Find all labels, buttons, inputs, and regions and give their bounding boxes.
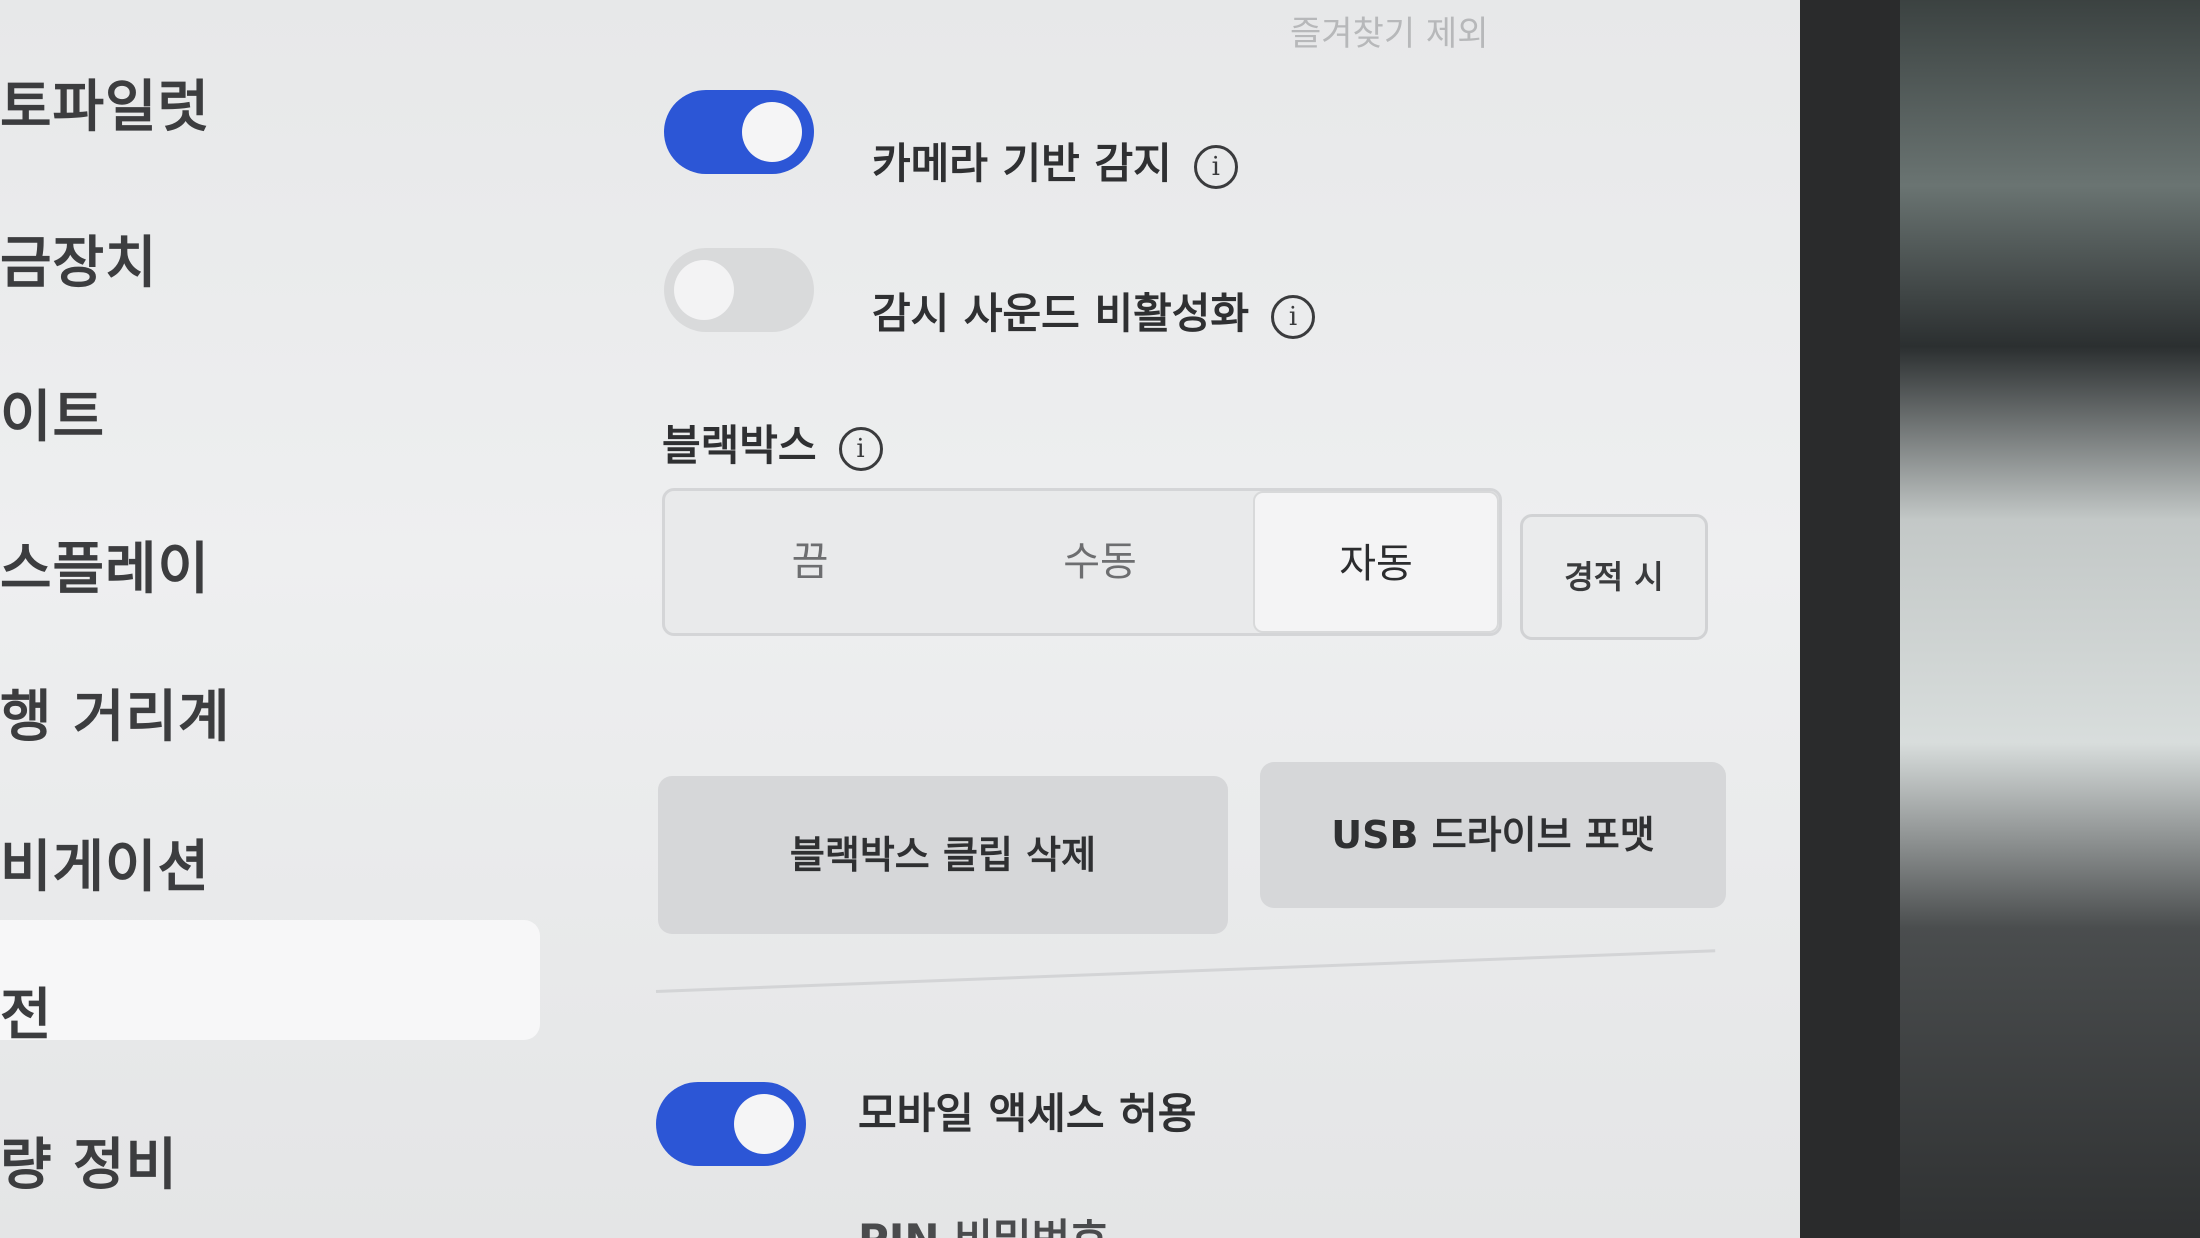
info-icon[interactable]: i: [838, 426, 883, 471]
camera-detection-row: 카메라 기반 감지 i: [872, 130, 1238, 191]
format-usb-button[interactable]: USB 드라이브 포맷: [1260, 762, 1726, 908]
sidebar-item-autopilot[interactable]: 토파일럿: [0, 62, 210, 143]
mobile-access-toggle[interactable]: [656, 1082, 806, 1166]
sidebar-item-trips[interactable]: 행 거리계: [0, 672, 231, 753]
dashcam-title-row: 블랙박스 i: [662, 412, 883, 473]
toggle-knob: [742, 102, 802, 162]
sidebar-item-lights[interactable]: 이트: [0, 372, 105, 453]
camera-detection-label: 카메라 기반 감지: [872, 139, 1172, 188]
car-interior-background: [1900, 0, 2200, 1238]
dashcam-option-auto[interactable]: 자동: [1253, 491, 1499, 633]
sidebar-item-locks[interactable]: 금장치: [0, 218, 158, 299]
pin-password-label-partial: PIN 비밀번호: [858, 1206, 1109, 1238]
mobile-access-label: 모바일 액세스 허용: [858, 1089, 1197, 1138]
toggle-knob: [734, 1094, 794, 1154]
sidebar-item-safety[interactable]: 전: [0, 970, 53, 1051]
info-icon[interactable]: i: [1271, 294, 1316, 339]
dashcam-on-honk-button[interactable]: 경적 시: [1520, 514, 1708, 640]
dashcam-title: 블랙박스: [662, 421, 817, 470]
delete-dashcam-clips-button[interactable]: 블랙박스 클립 삭제: [658, 776, 1228, 934]
dashcam-option-manual[interactable]: 수동: [955, 491, 1245, 633]
settings-screen: 즐겨찾기 제외 토파일럿 금장치 이트 스플레이 행 거리계 비게이션 전 량 …: [0, 0, 1840, 1238]
section-divider: [655, 949, 1716, 993]
favorites-exclude-label[interactable]: 즐겨찾기 제외: [1290, 6, 1489, 55]
sidebar-item-service[interactable]: 량 정비: [0, 1120, 178, 1201]
dashcam-mode-selector: 끔 수동 자동: [662, 488, 1502, 636]
sidebar-selected-highlight: [0, 920, 540, 1040]
camera-detection-toggle[interactable]: [664, 90, 814, 174]
disable-sentry-sound-toggle[interactable]: [664, 248, 814, 332]
info-icon[interactable]: i: [1193, 144, 1238, 189]
disable-sentry-sound-label: 감시 사운드 비활성화: [872, 289, 1250, 338]
dashcam-option-off[interactable]: 끔: [665, 491, 955, 633]
toggle-knob: [674, 260, 734, 320]
sidebar-item-navigation[interactable]: 비게이션: [0, 822, 210, 903]
sidebar-item-display[interactable]: 스플레이: [0, 524, 210, 605]
disable-sentry-sound-row: 감시 사운드 비활성화 i: [872, 280, 1316, 341]
